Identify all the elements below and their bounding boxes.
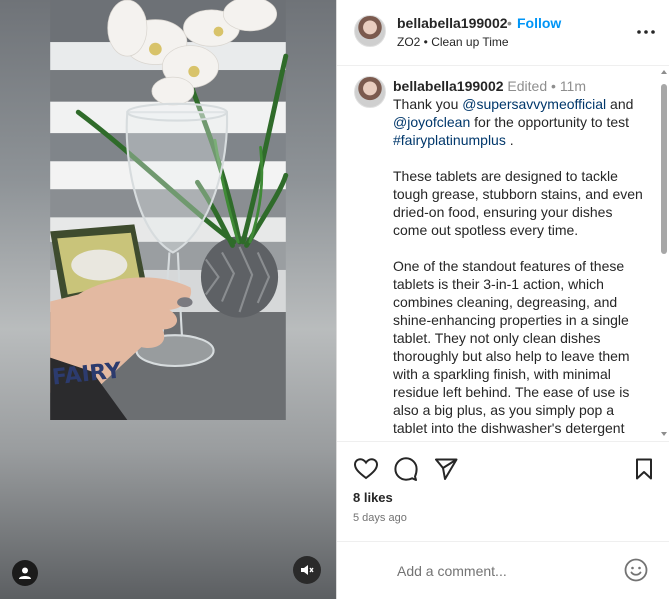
caption-text: bellabella199002 Edited • 11m Thank you … xyxy=(393,77,649,441)
emoji-icon xyxy=(624,558,648,582)
post-location[interactable]: ZO2 • Clean up Time xyxy=(397,35,509,49)
post-header: bellabella199002 • Follow ZO2 • Clean up… xyxy=(337,0,669,66)
scrollbar-thumb[interactable] xyxy=(661,84,667,254)
post-timestamp[interactable]: 5 days ago xyxy=(353,512,407,524)
mention-link[interactable]: @supersavvymeofficial xyxy=(462,96,606,112)
user-tag-icon xyxy=(19,567,31,579)
save-button[interactable] xyxy=(631,456,657,482)
author-username[interactable]: bellabella199002 xyxy=(397,15,508,31)
post-actions: 8 likes 5 days ago xyxy=(337,441,669,541)
mention-link[interactable]: @joyofclean xyxy=(393,114,470,130)
muted-speaker-icon xyxy=(301,565,314,575)
scroll-down-arrow[interactable] xyxy=(661,432,667,436)
comment-bubble-icon xyxy=(394,457,418,481)
caption-username[interactable]: bellabella199002 xyxy=(393,78,504,94)
heart-icon xyxy=(354,458,378,480)
emoji-button[interactable] xyxy=(624,558,648,582)
mute-button[interactable] xyxy=(293,556,321,584)
hashtag-link[interactable]: #fairyplatinumplus xyxy=(393,132,506,148)
scroll-up-arrow[interactable] xyxy=(661,70,667,74)
author-avatar[interactable] xyxy=(354,15,386,47)
more-options-button[interactable] xyxy=(634,20,658,44)
window-blinds-background xyxy=(50,0,289,420)
comment-button[interactable] xyxy=(393,456,419,482)
like-button[interactable] xyxy=(353,456,379,482)
post-media[interactable]: FAIRY xyxy=(0,0,336,599)
caption-dot: • xyxy=(551,78,556,94)
caption-intro-1: Thank you xyxy=(393,96,463,112)
bookmark-icon xyxy=(636,458,652,480)
caption-edited: Edited xyxy=(507,78,548,94)
comment-input[interactable] xyxy=(397,560,617,582)
caption-time: 11m xyxy=(559,78,587,94)
caption-scrollbar[interactable] xyxy=(659,68,669,440)
caption-intro-3: for the opportunity to test xyxy=(470,114,630,130)
tagged-user-button[interactable] xyxy=(12,560,38,586)
more-options-icon xyxy=(637,30,655,34)
post-side-panel: bellabella199002 • Follow ZO2 • Clean up… xyxy=(336,0,669,599)
caption-paragraph: These tablets are designed to tackle tou… xyxy=(393,168,643,238)
caption-scroll-area[interactable]: bellabella199002 Edited • 11m Thank you … xyxy=(337,67,669,441)
follow-button[interactable]: Follow xyxy=(517,15,561,31)
share-button[interactable] xyxy=(433,456,459,482)
likes-count[interactable]: 8 likes xyxy=(353,490,393,505)
header-separator: • xyxy=(507,15,512,31)
caption-intro-4: . xyxy=(505,132,514,148)
paper-plane-icon xyxy=(435,458,458,480)
caption-intro-2: and xyxy=(606,96,634,112)
comment-bar xyxy=(337,541,669,599)
caption-paragraph: One of the standout features of these ta… xyxy=(393,258,630,441)
caption-author-avatar[interactable] xyxy=(354,76,386,108)
